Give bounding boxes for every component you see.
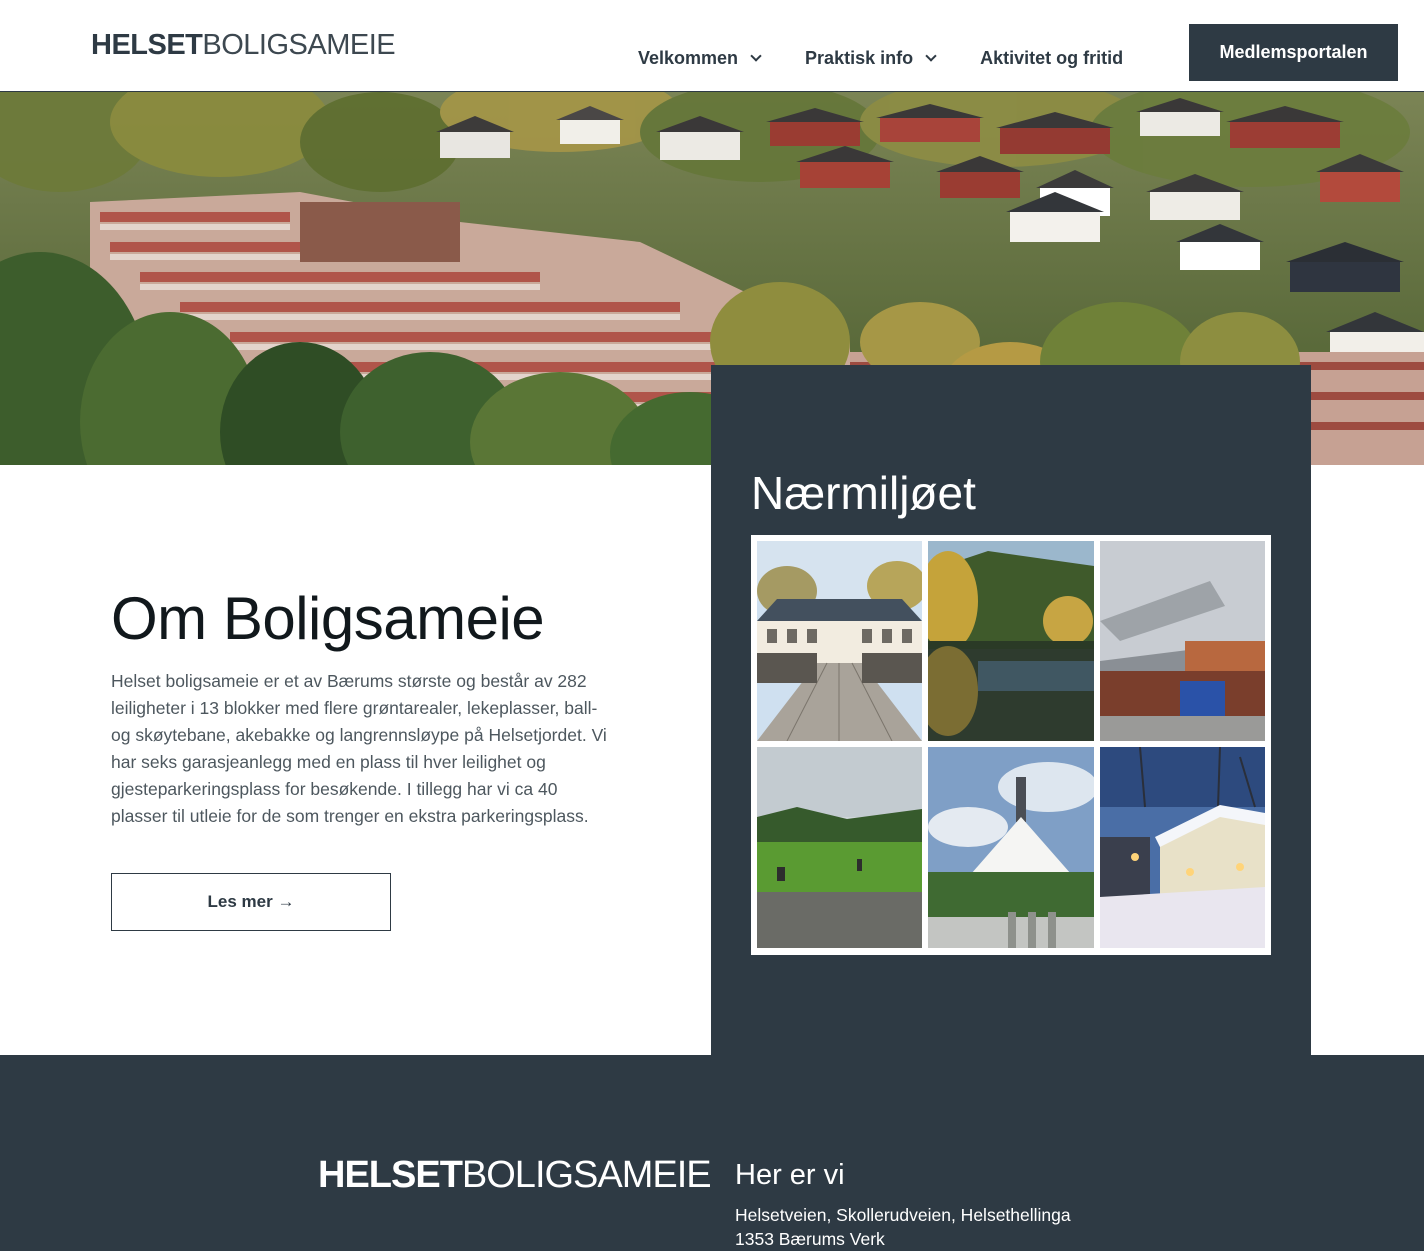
nav-item-velkommen[interactable]: Velkommen (638, 48, 762, 69)
chevron-down-icon (750, 50, 762, 62)
gallery-photo-golf-course[interactable] (757, 747, 922, 948)
about-title: Om Boligsameie (111, 585, 545, 652)
logo-bold-text: HELSET (91, 29, 203, 61)
main-nav: Velkommen Praktisk info Aktivitet og fri… (638, 48, 1123, 69)
nav-item-aktivitet-og-fritid[interactable]: Aktivitet og fritid (980, 48, 1123, 69)
nav-label: Praktisk info (805, 48, 914, 68)
member-portal-button[interactable]: Medlemsportalen (1189, 24, 1398, 81)
address-line-1: Helsetveien, Skollerudveien, Helsethelli… (735, 1205, 1071, 1225)
gallery-photo-culture-building[interactable] (1100, 541, 1265, 741)
nav-item-praktisk-info[interactable]: Praktisk info (805, 48, 937, 69)
about-text: Helset boligsameie er et av Bærums størs… (111, 671, 607, 826)
footer-logo[interactable]: HELSETBOLIGSAMEIE (318, 1154, 712, 1196)
footer-heading: Her er vi (735, 1159, 845, 1191)
gallery-photo-white-church[interactable] (928, 747, 1094, 948)
logo-light-text: BOLIGSAMEIE (202, 29, 396, 61)
chevron-down-icon (925, 50, 937, 62)
naermiljo-card: Nærmiljøet (711, 365, 1311, 1055)
gallery-photo-forest-lake[interactable] (928, 541, 1094, 741)
footer-logo-light: BOLIGSAMEIE (461, 1154, 712, 1196)
site-footer: HELSETBOLIGSAMEIE Her er vi Helsetveien,… (0, 1055, 1424, 1251)
gallery-photo-manor-pier[interactable] (757, 541, 922, 741)
read-more-button[interactable]: Les mer → (111, 873, 391, 931)
footer-address: Helsetveien, Skollerudveien, Helsethelli… (735, 1203, 1071, 1251)
site-header: HELSETBOLIGSAMEIE Velkommen Praktisk inf… (0, 0, 1424, 92)
address-line-2: 1353 Bærums Verk (735, 1229, 885, 1249)
footer-logo-bold: HELSET (318, 1154, 463, 1196)
photo-gallery (751, 535, 1271, 955)
nav-label: Aktivitet og fritid (980, 48, 1124, 68)
site-logo[interactable]: HELSETBOLIGSAMEIE (91, 29, 396, 61)
naermiljo-title: Nærmiljøet (751, 467, 976, 519)
gallery-photo-winter-street[interactable] (1100, 747, 1265, 948)
nav-label: Velkommen (638, 48, 739, 68)
